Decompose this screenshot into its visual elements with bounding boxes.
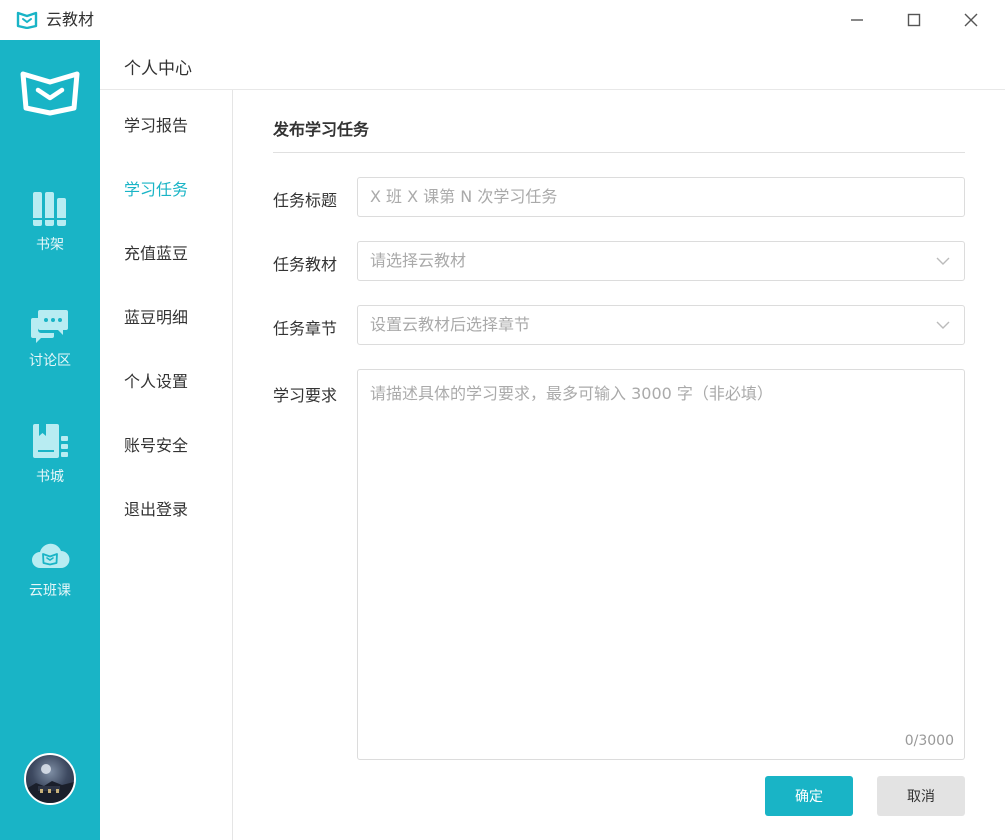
- task-chapter-placeholder: 设置云教材后选择章节: [370, 315, 531, 334]
- maximize-button[interactable]: [900, 8, 928, 32]
- menu-item-study-task[interactable]: 学习任务: [124, 176, 188, 200]
- close-button[interactable]: [957, 8, 985, 32]
- title-bar: 云教材: [0, 0, 1005, 40]
- maximize-icon: [907, 13, 921, 27]
- publish-task-form: 发布学习任务 任务标题 X 班 X 课第 N 次学习任务 任务教材 请选择云教材…: [233, 90, 1005, 840]
- nav-bookstore-label: 书城: [36, 469, 64, 485]
- task-material-placeholder: 请选择云教材: [370, 251, 467, 270]
- app-logo-icon: [16, 11, 38, 29]
- task-title-placeholder: X 班 X 课第 N 次学习任务: [370, 187, 558, 206]
- minimize-button[interactable]: [843, 8, 871, 32]
- task-title-input[interactable]: X 班 X 课第 N 次学习任务: [357, 177, 965, 217]
- nav-bookstore[interactable]: 书城: [0, 422, 100, 502]
- menu-item-account-security[interactable]: 账号安全: [124, 432, 188, 456]
- chevron-down-icon: [936, 321, 950, 329]
- chevron-down-icon: [936, 257, 950, 265]
- menu-item-bean-details[interactable]: 蓝豆明细: [124, 304, 188, 328]
- nav-cloud-class[interactable]: 云班课: [0, 536, 100, 616]
- window-title: 云教材: [46, 10, 95, 29]
- menu-item-recharge-beans[interactable]: 充值蓝豆: [124, 240, 188, 264]
- section-header: 个人中心: [100, 40, 1005, 90]
- chat-bubbles-icon: [31, 310, 68, 343]
- menu-item-personal-settings[interactable]: 个人设置: [124, 368, 188, 392]
- section-title: 个人中心: [124, 59, 192, 79]
- task-chapter-select[interactable]: 设置云教材后选择章节: [357, 305, 965, 345]
- minimize-icon: [851, 19, 863, 21]
- nav-discussion-label: 讨论区: [29, 353, 71, 369]
- brand-logo-icon: [20, 71, 80, 116]
- form-title: 发布学习任务: [273, 120, 370, 139]
- nav-cloud-class-label: 云班课: [29, 583, 71, 599]
- study-requirements-textarea[interactable]: 请描述具体的学习要求，最多可输入 3000 字（非必填） 0/3000: [357, 369, 965, 760]
- personal-center-menu: 学习报告 学习任务 充值蓝豆 蓝豆明细 个人设置 账号安全 退出登录: [100, 90, 233, 840]
- avatar-image: [26, 764, 74, 803]
- task-chapter-label: 任务章节: [273, 319, 338, 338]
- form-divider: [273, 152, 965, 153]
- close-icon: [964, 13, 978, 27]
- nav-bookshelf-label: 书架: [36, 237, 64, 253]
- nav-discussion[interactable]: 讨论区: [0, 306, 100, 386]
- study-requirements-placeholder: 请描述具体的学习要求，最多可输入 3000 字（非必填）: [370, 384, 773, 403]
- study-requirements-label: 学习要求: [273, 386, 338, 405]
- task-title-label: 任务标题: [273, 191, 338, 210]
- menu-item-study-report[interactable]: 学习报告: [124, 112, 188, 136]
- cancel-button[interactable]: 取消: [877, 776, 965, 816]
- menu-item-logout[interactable]: 退出登录: [124, 496, 188, 520]
- main-nav-rail: 书架 讨论区 书城 云班课: [0, 40, 100, 840]
- task-material-label: 任务教材: [273, 255, 338, 274]
- bookstore-icon: [33, 424, 68, 458]
- cloud-class-icon: [32, 543, 70, 568]
- nav-bookshelf[interactable]: 书架: [0, 190, 100, 270]
- task-material-select[interactable]: 请选择云教材: [357, 241, 965, 281]
- user-avatar[interactable]: [24, 753, 76, 805]
- bookshelf-icon: [33, 192, 66, 226]
- confirm-button[interactable]: 确定: [765, 776, 853, 816]
- char-counter: 0/3000: [904, 733, 954, 749]
